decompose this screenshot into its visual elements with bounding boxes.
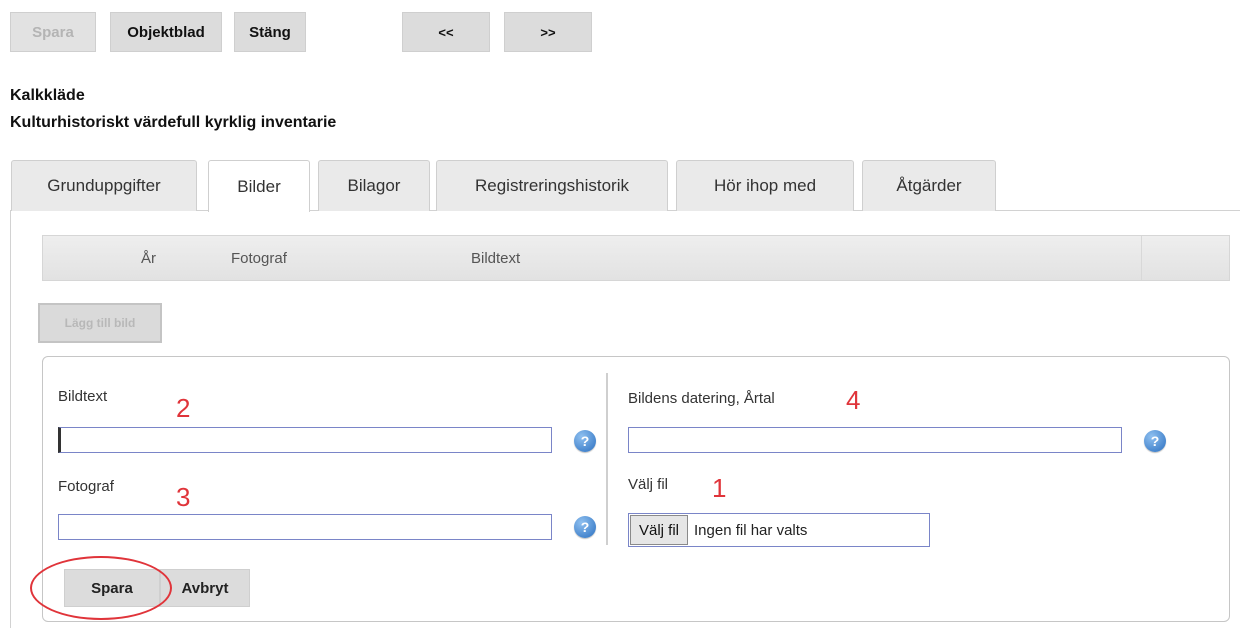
dating-input[interactable] xyxy=(628,427,1122,453)
choose-file-button[interactable]: Välj fil xyxy=(630,515,689,545)
tab-bilder[interactable]: Bilder xyxy=(208,160,310,212)
tab-atgarder[interactable]: Åtgärder xyxy=(862,160,996,211)
save-button[interactable]: Spara xyxy=(64,569,160,607)
photographer-label: Fotograf xyxy=(58,478,114,495)
close-button[interactable]: Stäng xyxy=(234,12,306,52)
caption-input[interactable] xyxy=(58,427,552,453)
file-label: Välj fil xyxy=(628,476,669,493)
images-grid-header: År Fotograf Bildtext xyxy=(42,235,1230,281)
annotation-number-1: 1 xyxy=(712,473,727,503)
form-column-divider xyxy=(606,373,608,545)
object-subtitle: Kulturhistoriskt värdefull kyrklig inven… xyxy=(10,114,337,131)
tab-bilagor[interactable]: Bilagor xyxy=(318,160,430,211)
photographer-help-icon[interactable]: ? xyxy=(574,516,596,538)
file-status-text: Ingen fil har valts xyxy=(694,521,808,539)
tab-registreringshistorik[interactable]: Registreringshistorik xyxy=(436,160,668,211)
column-separator xyxy=(1141,236,1142,280)
annotation-number-4: 4 xyxy=(846,385,861,415)
object-sheet-button[interactable]: Objektblad xyxy=(110,12,222,52)
dating-label: Bildens datering, Årtal xyxy=(628,390,775,407)
caption-label: Bildtext xyxy=(58,388,108,405)
next-record-button[interactable]: >> xyxy=(504,12,592,52)
tab-grunduppgifter[interactable]: Grunduppgifter xyxy=(11,160,197,211)
column-header-caption[interactable]: Bildtext xyxy=(471,250,520,267)
dating-help-icon[interactable]: ? xyxy=(1144,430,1166,452)
add-image-button[interactable]: Lägg till bild xyxy=(38,303,162,343)
toolbar-save-button[interactable]: Spara xyxy=(10,12,96,52)
photographer-input[interactable] xyxy=(58,514,552,540)
column-header-year[interactable]: År xyxy=(141,250,156,267)
annotation-number-3: 3 xyxy=(176,482,191,512)
file-picker[interactable]: Välj fil Ingen fil har valts xyxy=(628,513,930,547)
column-header-photographer[interactable]: Fotograf xyxy=(231,250,287,267)
caption-help-icon[interactable]: ? xyxy=(574,430,596,452)
tab-hor-ihop-med[interactable]: Hör ihop med xyxy=(676,160,854,211)
annotation-number-2: 2 xyxy=(176,393,191,423)
object-title: Kalkkläde xyxy=(10,87,85,104)
previous-record-button[interactable]: << xyxy=(402,12,490,52)
cancel-button[interactable]: Avbryt xyxy=(160,569,250,607)
